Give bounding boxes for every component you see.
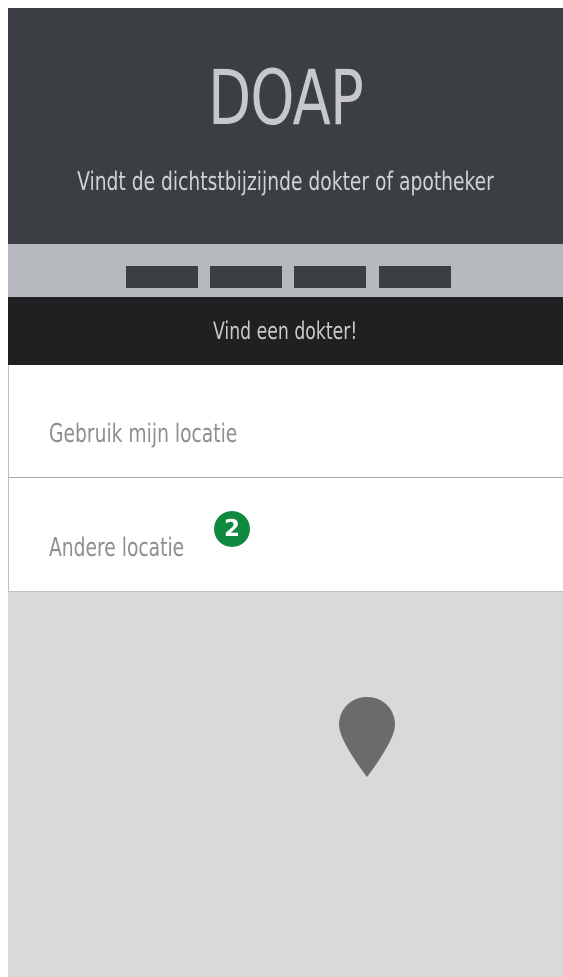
tab-bar <box>8 244 563 297</box>
tab-1[interactable] <box>126 266 198 288</box>
map-view[interactable] <box>8 592 563 977</box>
find-doctor-label: Vind een dokter! <box>213 317 358 345</box>
map-pin-icon[interactable] <box>337 695 397 779</box>
app-frame: DOAP Vindt de dichtstbijzijnde dokter of… <box>8 8 563 977</box>
tab-2[interactable] <box>210 266 282 288</box>
other-location-option[interactable]: Andere locatie 2 <box>8 478 563 592</box>
app-subtitle: Vindt de dichtstbijzijnde dokter of apot… <box>77 167 494 197</box>
tab-4[interactable] <box>379 266 451 288</box>
use-my-location-option[interactable]: Gebruik mijn locatie <box>8 365 563 478</box>
app-header: DOAP Vindt de dichtstbijzijnde dokter of… <box>8 8 563 244</box>
app-title: DOAP <box>207 53 364 142</box>
find-doctor-button[interactable]: Vind een dokter! <box>8 297 563 365</box>
other-location-label: Andere locatie <box>49 533 185 563</box>
tab-3[interactable] <box>294 266 366 288</box>
use-my-location-label: Gebruik mijn locatie <box>49 419 238 449</box>
step-badge: 2 <box>214 511 250 547</box>
